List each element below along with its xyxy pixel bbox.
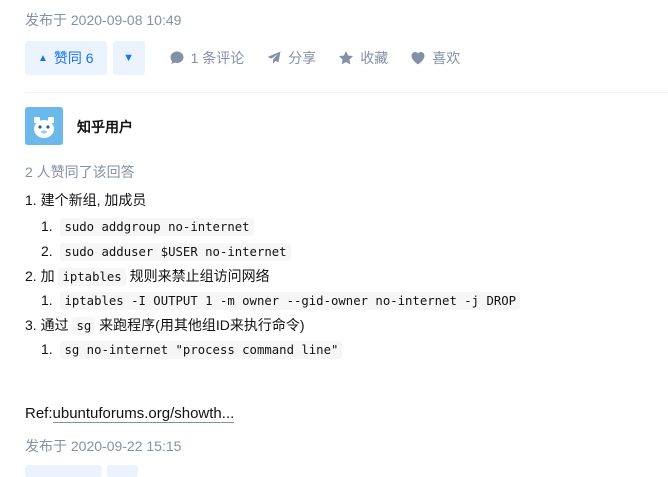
downvote-triangle-icon: ▼ — [123, 52, 135, 64]
list-text: 建个新组, 加成员 — [40, 192, 147, 208]
upvote-button[interactable]: ▲ 赞同 6 — [25, 41, 107, 75]
action-bar: ▲ 赞同 6 ▼ 1 条评论 分享 收藏 喜欢 — [25, 41, 460, 75]
list-item: 2. sudo adduser $USER no-internet — [41, 241, 291, 262]
comment-icon — [170, 51, 184, 64]
comments-label: 1 条评论 — [190, 50, 245, 66]
list-item: 1. sg no-internet "process command line" — [41, 339, 343, 360]
likers-count[interactable]: 2 人赞同了该回答 — [25, 162, 135, 182]
star-icon — [339, 51, 354, 65]
inline-code: iptables -I OUTPUT 1 -m owner --gid-owne… — [60, 292, 521, 310]
like-label: 喜欢 — [432, 50, 461, 66]
inline-code: sg — [72, 317, 96, 335]
avatar[interactable] — [25, 107, 63, 145]
upvote-triangle-icon: ▲ — [38, 52, 48, 64]
comments-button[interactable]: 1 条评论 — [169, 48, 245, 68]
upvote-button[interactable] — [25, 465, 102, 477]
list-number: 3. — [25, 317, 37, 333]
list-item: 1. sudo addgroup no-internet — [41, 216, 254, 237]
list-item: 3. 通过 sg 来跑程序(用其他组ID来执行命令) — [25, 315, 305, 336]
downvote-button[interactable] — [107, 465, 138, 477]
author-name[interactable]: 知乎用户 — [77, 117, 133, 137]
reference-link[interactable]: ubuntuforums.org/showth... — [52, 405, 235, 423]
publish-time: 发布于 2020-09-08 10:49 — [25, 12, 182, 28]
inline-code: sudo addgroup no-internet — [60, 218, 254, 236]
publish-time: 发布于 2020-09-22 15:15 — [25, 438, 182, 454]
paper-plane-icon — [267, 51, 281, 64]
list-number: 2. — [41, 243, 53, 259]
share-label: 分享 — [288, 50, 317, 66]
list-item: 1. iptables -I OUTPUT 1 -m owner --gid-o… — [41, 290, 521, 311]
list-item: 1. 建个新组, 加成员 — [25, 190, 146, 210]
inline-code: sg no-internet "process command line" — [60, 341, 343, 359]
downvote-button[interactable]: ▼ — [112, 41, 145, 75]
collect-label: 收藏 — [360, 50, 389, 66]
upvote-label: 赞同 6 — [53, 50, 94, 66]
like-button[interactable]: 喜欢 — [410, 48, 460, 68]
list-number: 1. — [41, 218, 53, 234]
list-number: 1. — [41, 341, 53, 357]
list-text: 加 — [40, 268, 55, 284]
reference-prefix: Ref: — [25, 405, 53, 422]
list-number: 1. — [25, 192, 37, 208]
list-number: 1. — [41, 292, 53, 308]
share-button[interactable]: 分享 — [266, 48, 316, 68]
collect-button[interactable]: 收藏 — [338, 48, 388, 68]
list-item: 2. 加 iptables 规则来禁止组访问网络 — [25, 266, 270, 287]
list-text: 规则来禁止组访问网络 — [129, 268, 270, 284]
avatar-image-icon — [25, 107, 63, 145]
list-number: 2. — [25, 268, 37, 284]
heart-icon — [411, 52, 425, 65]
reference-line: Ref:ubuntuforums.org/showth... — [25, 405, 235, 423]
inline-code: iptables — [58, 268, 126, 286]
list-text: 来跑程序(用其他组ID来执行命令) — [99, 317, 305, 333]
inline-code: sudo adduser $USER no-internet — [60, 243, 291, 261]
list-text: 通过 — [40, 317, 69, 333]
answer-divider — [25, 92, 668, 93]
